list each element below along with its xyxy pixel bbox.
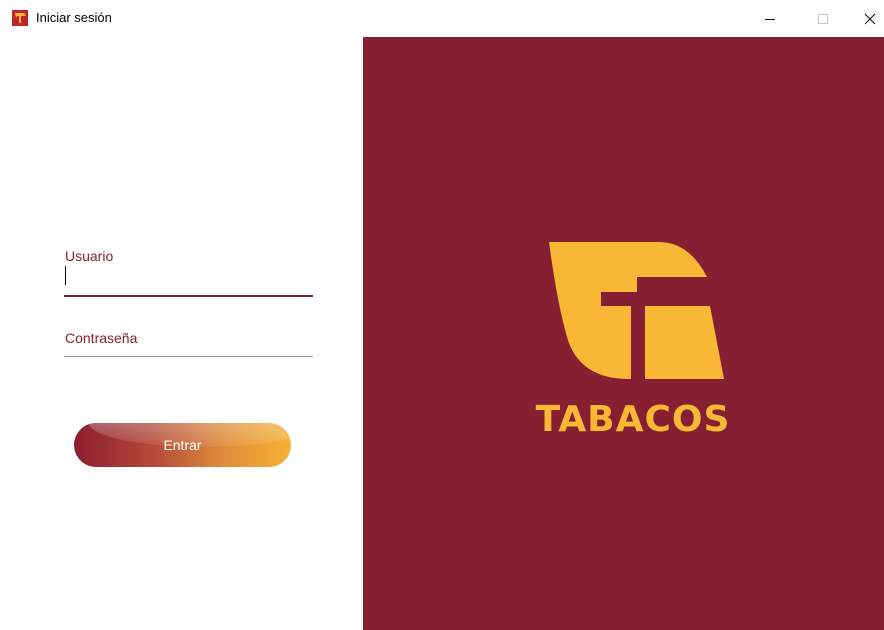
password-underline — [64, 356, 313, 357]
login-button-label: Entrar — [163, 437, 202, 453]
login-button[interactable]: Entrar — [74, 423, 291, 467]
maximize-icon — [818, 13, 828, 24]
close-button[interactable] — [855, 0, 884, 37]
brand-name: TABACOS — [535, 399, 731, 440]
login-form: Usuario Contraseña Entrar — [0, 37, 363, 630]
minimize-icon — [765, 18, 775, 20]
username-underline — [64, 295, 313, 297]
maximize-button[interactable] — [800, 0, 846, 37]
username-label: Usuario — [65, 248, 114, 264]
username-input[interactable] — [64, 265, 313, 295]
window-titlebar[interactable]: Iniciar sesión — [0, 0, 884, 37]
window-title: Iniciar sesión — [36, 10, 112, 25]
close-icon — [864, 13, 875, 24]
tabacos-logo-icon — [549, 242, 724, 379]
password-input[interactable] — [64, 326, 313, 356]
app-icon — [12, 10, 28, 26]
minimize-button[interactable] — [747, 0, 793, 37]
brand-panel: TABACOS — [363, 37, 884, 630]
